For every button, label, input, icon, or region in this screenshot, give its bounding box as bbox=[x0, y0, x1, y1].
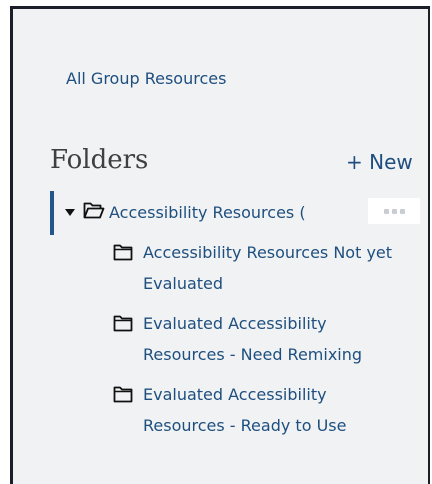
folder-icon bbox=[113, 244, 133, 265]
more-options-icon bbox=[383, 208, 389, 214]
all-group-resources-link[interactable]: All Group Resources bbox=[66, 69, 226, 88]
resources-sidebar: All Group Resources Folders + New Access… bbox=[10, 6, 430, 484]
folder-item-label[interactable]: Evaluated Accessibility Resources - Read… bbox=[143, 379, 411, 441]
folder-item-label[interactable]: Accessibility Resources Not yet Evaluate… bbox=[143, 237, 411, 299]
new-folder-button[interactable]: + New bbox=[346, 150, 413, 174]
folder-icon bbox=[113, 386, 133, 407]
folder-more-options-button[interactable] bbox=[368, 198, 420, 224]
folder-tree-item[interactable]: Evaluated Accessibility Resources - Read… bbox=[113, 379, 411, 441]
folder-tree-item[interactable]: Accessibility Resources Not yet Evaluate… bbox=[113, 237, 411, 299]
active-folder-indicator bbox=[50, 191, 54, 235]
folder-tree-root[interactable]: Accessibility Resources ( bbox=[65, 201, 306, 223]
folder-item-label[interactable]: Evaluated Accessibility Resources - Need… bbox=[143, 308, 411, 370]
folder-tree-item[interactable]: Evaluated Accessibility Resources - Need… bbox=[113, 308, 411, 370]
folder-root-label[interactable]: Accessibility Resources ( bbox=[109, 203, 306, 222]
folder-icon bbox=[113, 315, 133, 336]
caret-down-icon[interactable] bbox=[65, 208, 75, 216]
folder-open-icon bbox=[83, 201, 105, 223]
folders-heading: Folders bbox=[50, 145, 149, 175]
